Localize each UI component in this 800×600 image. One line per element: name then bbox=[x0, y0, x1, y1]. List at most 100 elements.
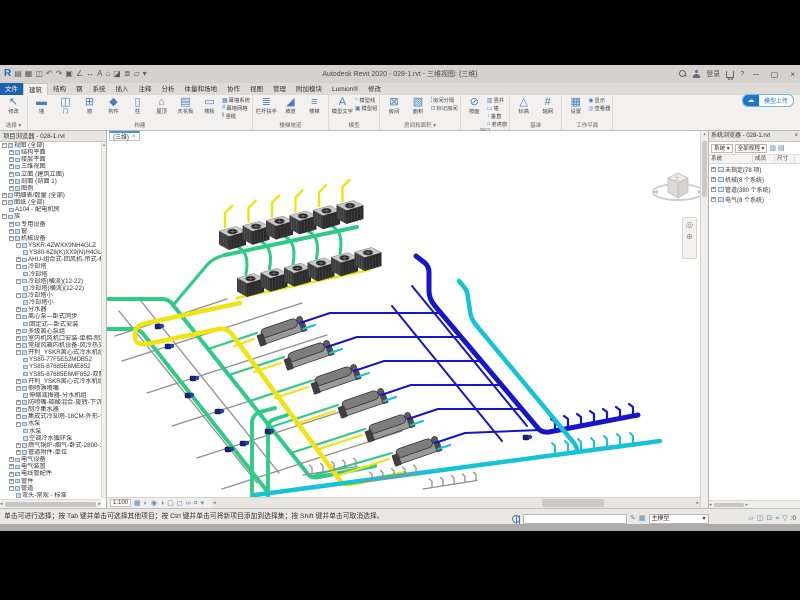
view-control-icon-6[interactable]: ∞ bbox=[186, 499, 191, 508]
tab-file[interactable]: 文件 bbox=[0, 83, 23, 95]
ribbon-button-模型文字[interactable]: A模型文字 bbox=[331, 96, 354, 115]
qat-icon-14[interactable]: ▾ bbox=[143, 69, 147, 79]
tree-expander-icon[interactable]: + bbox=[9, 472, 14, 477]
tree-expander-icon[interactable]: + bbox=[16, 343, 21, 348]
3d-model-view[interactable] bbox=[107, 131, 700, 497]
view-control-icon-1[interactable]: ◐ bbox=[144, 499, 148, 508]
tree-expander-icon[interactable]: − bbox=[9, 236, 14, 241]
tree-item[interactable]: −冷却塔小 bbox=[0, 292, 101, 299]
tree-item[interactable]: +防喷嘴-碳酸混合-旋转-下沉下出 bbox=[0, 399, 101, 406]
ribbon-button-构件[interactable]: ◆构件 bbox=[102, 96, 125, 115]
ribbon-button-垂直[interactable]: ↓垂直 bbox=[487, 112, 508, 120]
qat-icon-12[interactable]: ≣ bbox=[124, 69, 131, 79]
tab-视图[interactable]: 视图 bbox=[245, 83, 268, 95]
qat-icon-13[interactable]: ▱ bbox=[134, 69, 140, 79]
signin-label[interactable]: 登录 bbox=[706, 69, 720, 79]
ribbon-button-老虎窗[interactable]: ⌂老虎窗 bbox=[487, 120, 508, 128]
tree-expander-icon[interactable]: − bbox=[2, 214, 7, 219]
ribbon-button-按面[interactable]: ⊘按面 bbox=[463, 96, 486, 115]
tree-item[interactable]: YS85-87685E6MF852-双制冷量 bbox=[0, 371, 101, 378]
tree-expander-icon[interactable]: + bbox=[2, 193, 7, 198]
cloud-upload-button[interactable]: ☁ 模型上传 bbox=[742, 94, 794, 107]
tree-expander-icon[interactable]: − bbox=[9, 486, 14, 491]
tree-item[interactable]: +管件 bbox=[0, 478, 101, 485]
tree-item[interactable]: A104 - 配电机房 bbox=[0, 206, 101, 213]
tree-expander-icon[interactable]: − bbox=[16, 386, 21, 391]
tree-expander-icon[interactable]: + bbox=[16, 336, 21, 341]
ribbon-button-栏杆扶手[interactable]: ≣栏杆扶手 bbox=[255, 96, 278, 115]
tree-expander-icon[interactable]: − bbox=[2, 200, 7, 205]
tree-expander-icon[interactable]: − bbox=[16, 350, 21, 355]
tree-item[interactable]: +AHU-组合式-回风机-吊式-标准-2000-10000 bbox=[0, 256, 101, 263]
ribbon-button-竖梃[interactable]: ‖竖梃 bbox=[222, 112, 250, 120]
ribbon-button-窗[interactable]: ⊞窗 bbox=[78, 96, 101, 115]
tree-expander-icon[interactable]: + bbox=[9, 164, 14, 169]
system-expander-icon[interactable]: + bbox=[711, 167, 716, 172]
tree-expander-icon[interactable]: + bbox=[16, 379, 21, 384]
ribbon-button-墙[interactable]: ▬墙 bbox=[30, 96, 53, 115]
system-row[interactable]: +电气(8 个系统) bbox=[709, 194, 800, 204]
tree-item[interactable]: +室内机风机口安装-单相-制冷进水接口带喷雾 bbox=[0, 335, 101, 342]
tree-item[interactable]: +制冷集水器 bbox=[0, 406, 101, 413]
tree-item[interactable]: +电气设备 bbox=[0, 456, 101, 463]
tree-expander-icon[interactable]: + bbox=[9, 479, 14, 484]
system-filter-dropdown-1[interactable]: 全部规程 ▾ bbox=[735, 144, 768, 153]
tab-系统[interactable]: 系统 bbox=[88, 83, 111, 95]
design-option-dropdown[interactable]: 主模型▾ bbox=[649, 514, 709, 524]
tree-item[interactable]: −视图 (全部) bbox=[0, 142, 101, 149]
tree-item[interactable]: 弯头-常规 - 标准 bbox=[0, 492, 101, 499]
system-toolbar-icon-0[interactable]: ▥ bbox=[769, 144, 776, 152]
tree-item[interactable]: +三维视图 bbox=[0, 163, 101, 170]
ribbon-button-模型线[interactable]: ~模型线 bbox=[355, 96, 378, 104]
ribbon-button-坡道[interactable]: ◢坡道 bbox=[279, 96, 302, 115]
qat-icon-10[interactable]: ⌂ bbox=[105, 69, 110, 79]
search-icon[interactable] bbox=[679, 70, 687, 78]
tab-插入[interactable]: 插入 bbox=[111, 83, 134, 95]
project-browser-hscrollbar[interactable]: ◂▸ bbox=[0, 499, 101, 508]
tree-item[interactable]: −YSKR-4ZWXX9NH4GLZ bbox=[0, 242, 101, 249]
tree-item[interactable]: 冷却塔(横流)(12-22) bbox=[0, 285, 101, 292]
status-toggle-icon-3[interactable]: ⌖ bbox=[775, 513, 779, 524]
blue-pipes[interactable] bbox=[300, 256, 638, 443]
scale-button[interactable]: 1:100 bbox=[110, 499, 131, 507]
qat-icon-7[interactable]: ∠ bbox=[76, 69, 83, 79]
tree-expander-icon[interactable]: + bbox=[16, 414, 21, 419]
system-expander-icon[interactable]: + bbox=[711, 197, 716, 202]
tree-item[interactable]: 冷却塔 bbox=[0, 271, 101, 278]
tree-expander-icon[interactable]: + bbox=[9, 457, 14, 462]
tree-item[interactable]: +常规风箱内机设备-风冷热交换器 bbox=[0, 342, 101, 349]
system-row[interactable]: +未指定(78 项) bbox=[709, 164, 800, 174]
tree-expander-icon[interactable]: + bbox=[16, 257, 21, 262]
selection-filter-icon[interactable]: ▽ bbox=[782, 513, 787, 524]
system-browser-close-icon[interactable]: × bbox=[794, 131, 798, 141]
tree-expander-icon[interactable]: + bbox=[16, 407, 21, 412]
ribbon-button-标记房间[interactable]: ⊡标记房间 bbox=[430, 104, 457, 112]
tree-item[interactable]: −机械设备 bbox=[0, 235, 101, 242]
view-control-icon-7[interactable]: ¤ bbox=[194, 499, 198, 508]
status-toggle-icon-0[interactable]: ▱ bbox=[748, 513, 753, 524]
tree-expander-icon[interactable]: + bbox=[9, 464, 14, 469]
tree-item[interactable]: 冷却塔小 bbox=[0, 299, 101, 306]
tab-结构[interactable]: 结构 bbox=[48, 83, 71, 95]
tab-修改[interactable]: 修改 bbox=[363, 83, 386, 95]
view-control-icon-0[interactable]: ▦ bbox=[134, 499, 141, 508]
tree-item[interactable]: +图例 bbox=[0, 185, 101, 192]
view-control-icon-3[interactable]: ◑ bbox=[160, 499, 164, 508]
tree-item[interactable]: −冷却塔 bbox=[0, 263, 101, 270]
tree-item[interactable]: +剖面 (剖面 1) bbox=[0, 178, 101, 185]
tree-item[interactable]: +集成式冷却塔-18CM-外形-低噪音-108-175-CN bbox=[0, 413, 101, 420]
tab-体量和场地[interactable]: 体量和场地 bbox=[180, 83, 223, 95]
tree-item[interactable]: +立面 (建筑立面) bbox=[0, 171, 101, 178]
ribbon-button-天花板[interactable]: ▤天花板 bbox=[174, 96, 197, 115]
tree-item[interactable]: +多级离心泵组 bbox=[0, 328, 101, 335]
tree-item[interactable]: +分水器 bbox=[0, 306, 101, 313]
qat-icon-5[interactable]: ↷ bbox=[56, 69, 63, 79]
tree-item[interactable]: YS80-6Z8(K)XX9(N)H4GLZ bbox=[0, 249, 101, 256]
ribbon-button-房间分隔[interactable]: ¦房间分隔 bbox=[430, 96, 457, 104]
tree-item[interactable]: +楼层平面 bbox=[0, 156, 101, 163]
navigation-bar[interactable]: ◎⊕ bbox=[682, 217, 697, 259]
qat-icon-11[interactable]: ◪ bbox=[113, 69, 121, 79]
canvas-vscrollbar[interactable]: ▴ bbox=[700, 131, 708, 508]
view-control-icon-8[interactable]: ▾ bbox=[201, 499, 205, 508]
tab-注释[interactable]: 注释 bbox=[134, 83, 157, 95]
